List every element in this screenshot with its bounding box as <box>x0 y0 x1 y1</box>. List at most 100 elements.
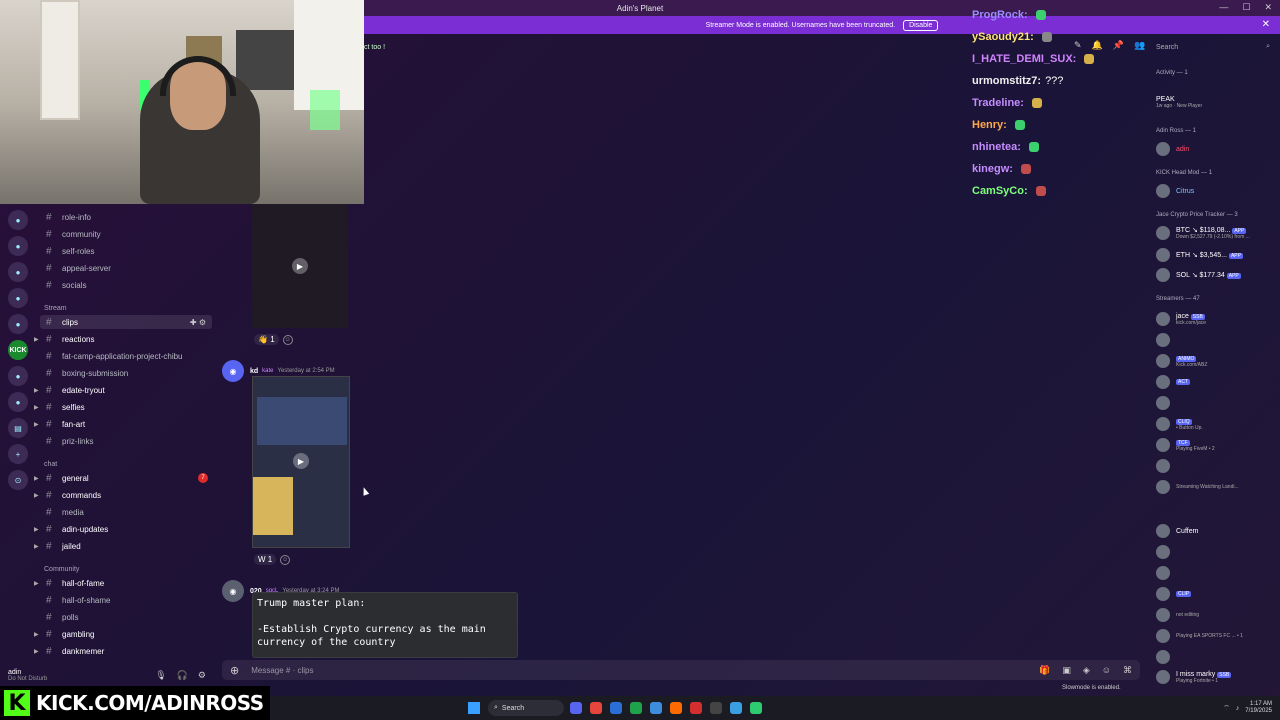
channel-item[interactable]: # community <box>40 227 212 241</box>
avatar[interactable]: ◉ <box>222 580 244 602</box>
member-item[interactable]: not editing <box>1156 606 1280 624</box>
steam-icon[interactable] <box>650 702 662 714</box>
add-reaction-icon[interactable]: ☺ <box>282 334 293 345</box>
channel-item[interactable]: ▶ # commands <box>34 488 212 502</box>
microphone-icon[interactable]: 🎙 <box>155 670 166 681</box>
server-icon[interactable]: ● <box>8 262 28 282</box>
windows-start-icon[interactable] <box>468 702 480 714</box>
channel-item[interactable]: # socials <box>40 278 212 292</box>
pin-icon[interactable]: 📌 <box>1113 40 1124 51</box>
clock[interactable]: 1:17 AM 7/19/2025 <box>1245 701 1272 715</box>
chrome-icon[interactable] <box>590 702 602 714</box>
app-icon[interactable] <box>690 702 702 714</box>
channel-item[interactable]: # role-info <box>40 210 212 224</box>
channel-item[interactable]: # priz-links <box>40 434 212 448</box>
sticker-icon[interactable]: ◈ <box>1083 665 1090 676</box>
emoji-icon[interactable]: ☺ <box>1102 665 1111 676</box>
add-server-icon[interactable]: + <box>8 444 28 464</box>
message-composer[interactable]: ⊕ Message # · clips 🎁 ▣ ◈ ☺ ⌘ <box>222 660 1140 680</box>
user-info[interactable]: adin Do Not Disturb <box>8 669 47 682</box>
kick-server-icon[interactable]: KICK <box>8 340 28 360</box>
channel-item[interactable]: # fat-camp-application-project-chibu <box>40 349 212 363</box>
server-icon[interactable]: ● <box>8 288 28 308</box>
disable-streamer-mode-button[interactable]: Disable <box>903 19 939 31</box>
message-input[interactable]: Message # · clips <box>251 666 313 675</box>
member-item[interactable]: ACT <box>1156 373 1280 391</box>
video-attachment[interactable]: ▶ <box>252 376 350 548</box>
member-item[interactable]: BTC ↘ $118,08... APP Down $2,527.79 (-2.1… <box>1156 224 1280 242</box>
headphones-icon[interactable]: 🎧 <box>177 670 188 681</box>
reaction-button[interactable]: W 1 <box>254 554 277 565</box>
play-icon[interactable]: ▶ <box>292 258 308 274</box>
server-icon[interactable]: ● <box>8 236 28 256</box>
member-item[interactable]: Cuffem <box>1156 522 1280 540</box>
member-item[interactable]: TCF Playing FiveM • 2 <box>1156 436 1280 454</box>
channel-item[interactable]: ▶ # selfies <box>34 400 212 414</box>
member-item[interactable]: adin <box>1156 140 1280 158</box>
channel-settings-icon[interactable]: ✚ ⚙ <box>190 318 206 327</box>
member-item[interactable]: ETH ↘ $3,545... APP <box>1156 246 1280 264</box>
app-icon[interactable] <box>710 702 722 714</box>
minimize-button[interactable]: — <box>1219 2 1228 13</box>
message-author[interactable]: kd <box>250 368 258 375</box>
channel-item[interactable]: ▶ # adin-updates <box>34 522 212 536</box>
member-item[interactable] <box>1156 331 1280 349</box>
member-item[interactable] <box>1156 543 1280 561</box>
server-icon[interactable]: ● <box>8 392 28 412</box>
category-chat[interactable]: chat <box>44 461 57 468</box>
avatar[interactable]: ◉ <box>222 360 244 382</box>
server-icon[interactable]: ● <box>8 314 28 334</box>
channel-item[interactable]: # media <box>40 505 212 519</box>
member-item[interactable] <box>1156 648 1280 666</box>
channel-item[interactable]: ▶ # jailed <box>34 539 212 553</box>
volume-icon[interactable]: ♪ <box>1236 705 1240 712</box>
member-item[interactable]: Streaming Watching Landi... <box>1156 478 1280 496</box>
category-community[interactable]: Community <box>44 566 79 573</box>
channel-item[interactable]: # self-roles <box>40 244 212 258</box>
category-stream[interactable]: Stream <box>44 305 67 312</box>
video-attachment[interactable]: ▶ <box>252 204 348 328</box>
app-icon[interactable] <box>750 702 762 714</box>
server-icon[interactable]: ● <box>8 210 28 230</box>
discord-icon[interactable] <box>570 702 582 714</box>
member-item[interactable]: jace SSB kick.com/jace <box>1156 310 1280 328</box>
play-icon[interactable]: ▶ <box>293 453 309 469</box>
add-reaction-icon[interactable]: ☺ <box>280 554 291 565</box>
channel-item[interactable]: # polls <box>40 610 212 624</box>
wifi-icon[interactable]: ⌔ <box>1223 704 1230 713</box>
close-window-button[interactable]: ✕ <box>1264 2 1272 13</box>
channel-item[interactable]: ▶ # dankmemer <box>34 644 212 658</box>
reaction-button[interactable]: 👋 1 <box>254 334 279 345</box>
bell-icon[interactable]: 🔔 <box>1092 40 1103 51</box>
channel-item[interactable]: ▶ # hall-of-fame <box>34 576 212 590</box>
search-input[interactable]: Search ⌕ <box>1152 40 1276 54</box>
channel-item[interactable]: # appeal-server <box>40 261 212 275</box>
channel-item[interactable]: ▶ # edate-tryout <box>34 383 212 397</box>
channel-item[interactable]: # boxing-submission <box>40 366 212 380</box>
app-icon[interactable] <box>730 702 742 714</box>
member-item[interactable]: CLIP <box>1156 585 1280 603</box>
channel-item[interactable]: # hall-of-shame <box>40 593 212 607</box>
app-icon[interactable] <box>630 702 642 714</box>
gift-icon[interactable]: 🎁 <box>1039 665 1050 676</box>
discover-icon[interactable]: ⊙ <box>8 470 28 490</box>
maximize-button[interactable]: ☐ <box>1242 2 1250 13</box>
members-icon[interactable]: 👥 <box>1134 40 1145 51</box>
server-icon[interactable]: ● <box>8 366 28 386</box>
channel-item[interactable]: ▶ # fan-art <box>34 417 212 431</box>
activity-card[interactable]: PEAK 1w ago · New Player <box>1156 90 1280 114</box>
member-item[interactable] <box>1156 564 1280 582</box>
channel-item-clips[interactable]: # clips ✚ ⚙ <box>40 315 212 329</box>
gear-icon[interactable]: ⚙ <box>198 670 206 681</box>
channel-item[interactable]: ▶ # reactions <box>34 332 212 346</box>
member-item[interactable] <box>1156 394 1280 412</box>
threads-icon[interactable]: ✎ <box>1074 40 1082 51</box>
app-icon[interactable] <box>670 702 682 714</box>
member-item[interactable]: SOL ↘ $177.34 APP <box>1156 266 1280 284</box>
gif-icon[interactable]: ▣ <box>1062 665 1071 676</box>
member-item[interactable]: Playing EA SPORTS FC ... • 1 <box>1156 627 1280 645</box>
member-item[interactable] <box>1156 457 1280 475</box>
close-icon[interactable]: ✕ <box>1262 19 1270 30</box>
plus-icon[interactable]: ⊕ <box>230 664 239 677</box>
member-item[interactable]: Citrus <box>1156 182 1280 200</box>
